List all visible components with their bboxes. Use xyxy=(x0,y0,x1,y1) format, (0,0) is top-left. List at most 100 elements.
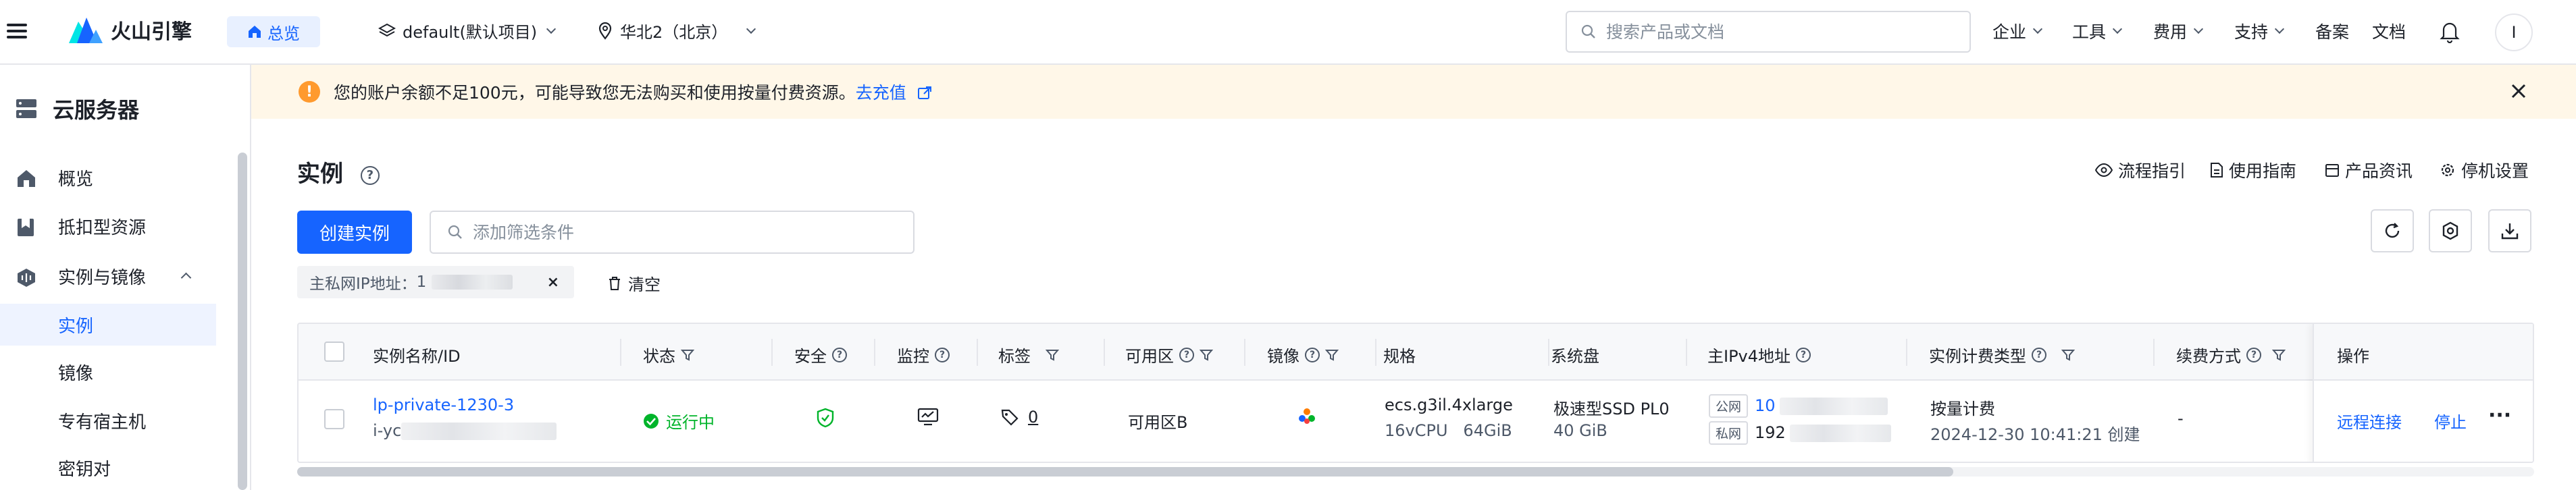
chevron-up-icon[interactable] xyxy=(180,272,192,283)
close-icon[interactable]: × xyxy=(547,274,559,291)
status-badge: 运行中 xyxy=(643,409,715,433)
help-icon[interactable]: ? xyxy=(2032,347,2046,362)
column-divider[interactable] xyxy=(771,339,773,366)
help-icon[interactable]: ? xyxy=(2246,347,2261,362)
row-checkbox[interactable] xyxy=(324,409,344,429)
download-button[interactable] xyxy=(2488,209,2531,252)
sidebar-item-instances[interactable]: 实例 xyxy=(0,304,216,346)
help-icon[interactable]: ? xyxy=(360,165,380,185)
monitor-chart-icon[interactable] xyxy=(917,408,939,427)
filter-icon[interactable] xyxy=(2272,348,2286,362)
column-divider[interactable] xyxy=(1244,339,1245,366)
public-ip-value[interactable]: 10 xyxy=(1755,396,1776,415)
check-circle-icon xyxy=(644,413,659,429)
filter-input[interactable] xyxy=(471,221,890,243)
help-icon[interactable]: ? xyxy=(1305,347,1320,362)
brand-logo[interactable]: 火山引擎 xyxy=(66,15,192,45)
sidebar-item-overview[interactable]: 概览 xyxy=(0,157,216,198)
col-label: 监控 xyxy=(897,347,929,366)
column-divider[interactable] xyxy=(620,339,621,366)
banner-text: 您的账户余额不足100元，可能导致您无法购买和使用按量付费资源。去充值 xyxy=(334,80,932,104)
more-actions-button[interactable]: ··· xyxy=(2488,404,2511,427)
document-icon xyxy=(2211,163,2223,178)
settings-button[interactable] xyxy=(2429,209,2472,252)
sidebar-item-instances-images[interactable]: 实例与镜像 xyxy=(0,255,216,297)
stop-link[interactable]: 停止 xyxy=(2434,409,2467,433)
close-icon[interactable] xyxy=(2507,80,2530,103)
help-icon[interactable]: ? xyxy=(1796,347,1811,362)
help-icon[interactable]: ? xyxy=(935,347,950,362)
select-all-checkbox[interactable] xyxy=(324,342,344,362)
filter-icon[interactable] xyxy=(1325,348,1339,362)
filter-icon[interactable] xyxy=(681,348,694,362)
banner-message: 您的账户余额不足100元，可能导致您无法购买和使用按量付费资源。 xyxy=(334,83,856,103)
shield-check-icon[interactable] xyxy=(816,408,835,428)
chevron-down-icon xyxy=(2193,24,2204,34)
column-divider[interactable] xyxy=(1906,339,1907,366)
col-label: 可用区 xyxy=(1125,347,1174,366)
column-divider[interactable] xyxy=(1548,339,1549,366)
bell-icon[interactable] xyxy=(2440,20,2460,43)
link-product-news[interactable]: 产品资讯 xyxy=(2325,158,2413,182)
clear-filters-button[interactable]: 清空 xyxy=(608,271,661,295)
region-selector[interactable]: 华北2（北京） xyxy=(597,19,756,43)
col-label: 安全 xyxy=(794,347,827,366)
refresh-button[interactable] xyxy=(2371,209,2414,252)
sidebar-item-keypairs[interactable]: 密钥对 xyxy=(0,447,216,489)
column-divider[interactable] xyxy=(1375,339,1376,366)
nav-support[interactable]: 支持 xyxy=(2234,19,2285,43)
chevron-down-icon xyxy=(2112,24,2123,34)
sidebar-item-images[interactable]: 镜像 xyxy=(0,351,216,393)
remote-connect-link[interactable]: 远程连接 xyxy=(2337,409,2402,433)
external-link-icon xyxy=(917,86,931,99)
col-label: 实例计费类型 xyxy=(1929,347,2026,366)
col-label: 续费方式 xyxy=(2176,347,2241,366)
project-selector[interactable]: default(默认项目) xyxy=(378,19,557,43)
column-divider[interactable] xyxy=(2153,339,2155,366)
filter-box[interactable] xyxy=(430,211,915,254)
filter-icon[interactable] xyxy=(1200,348,1213,362)
filter-icon[interactable] xyxy=(1046,348,1059,362)
column-divider[interactable] xyxy=(1686,339,1687,366)
link-shutdown-settings[interactable]: 停机设置 xyxy=(2440,158,2529,182)
tag-count[interactable]: 0 xyxy=(1001,408,1038,427)
help-icon[interactable]: ? xyxy=(832,347,847,362)
table-horizontal-scrollbar[interactable] xyxy=(297,467,1953,477)
link-process-guide[interactable]: 流程指引 xyxy=(2095,158,2186,182)
sidebar: 云服务器 概览 抵扣型资源 实例与镜像 实例 镜像 专有宿主机 密钥对 xyxy=(0,65,251,490)
recharge-link[interactable]: 去充值 xyxy=(856,83,932,103)
sidebar-item-dedicated-hosts[interactable]: 专有宿主机 xyxy=(0,400,216,441)
nav-fees[interactable]: 费用 xyxy=(2153,19,2204,43)
menu-icon[interactable] xyxy=(7,20,27,43)
global-search[interactable] xyxy=(1566,11,1971,53)
nav-filing[interactable]: 备案 xyxy=(2315,19,2349,43)
create-instance-button[interactable]: 创建实例 xyxy=(297,211,412,254)
clear-filters-label: 清空 xyxy=(628,275,661,294)
nav-tools-label: 工具 xyxy=(2072,22,2107,42)
col-tags: 标签 xyxy=(998,343,1059,366)
nav-docs[interactable]: 文档 xyxy=(2372,19,2406,43)
sidebar-scrollbar[interactable] xyxy=(238,153,247,490)
col-spec: 规格 xyxy=(1383,343,1416,366)
nav-enterprise[interactable]: 企业 xyxy=(1992,19,2043,43)
sidebar-item-deduction-resources[interactable]: 抵扣型资源 xyxy=(0,205,216,247)
search-icon xyxy=(1581,24,1595,38)
column-divider[interactable] xyxy=(1104,339,1105,366)
nav-support-label: 支持 xyxy=(2234,22,2269,42)
nav-fees-label: 费用 xyxy=(2153,22,2188,42)
column-divider[interactable] xyxy=(874,339,875,366)
page-title: 实例 ? xyxy=(297,155,380,188)
home-button[interactable]: 总览 xyxy=(227,16,320,47)
avatar[interactable]: I xyxy=(2495,13,2533,51)
instance-name-link[interactable]: lp-private-1230-3 xyxy=(373,396,514,414)
filter-icon[interactable] xyxy=(2061,348,2075,362)
link-shutdown-settings-label: 停机设置 xyxy=(2461,161,2529,181)
global-search-input[interactable] xyxy=(1605,21,1942,43)
column-divider[interactable] xyxy=(977,339,978,366)
link-user-guide[interactable]: 使用指南 xyxy=(2210,158,2296,182)
sidebar-item-label: 镜像 xyxy=(58,363,94,384)
spec-detail: 16vCPU 64GiB xyxy=(1385,421,1512,440)
sidebar-item-label: 概览 xyxy=(58,169,94,190)
help-icon[interactable]: ? xyxy=(1179,347,1194,362)
nav-tools[interactable]: 工具 xyxy=(2072,19,2123,43)
